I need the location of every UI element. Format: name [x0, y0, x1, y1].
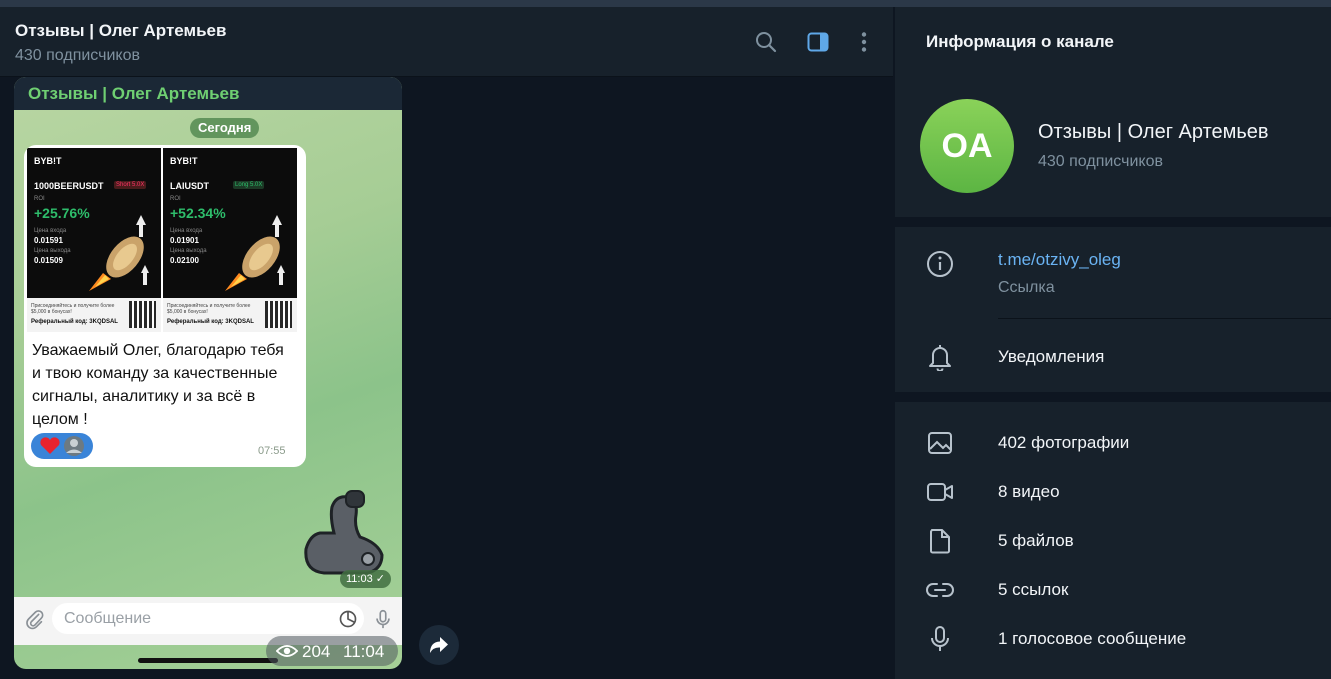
forward-icon	[430, 637, 448, 653]
reactions-badge[interactable]	[31, 433, 93, 459]
media-row-voice[interactable]: 1 голосовое сообщение	[895, 616, 1331, 662]
trade-side-badge: Short 5.0X	[114, 181, 147, 189]
media-row-videos[interactable]: 8 видео	[895, 469, 1331, 515]
post-time: 11:04	[343, 642, 385, 661]
roi-label: ROI	[170, 196, 181, 202]
panel-title: Информация о канале	[926, 32, 1114, 51]
trade-side-badge: Long 5.0X	[233, 181, 265, 189]
sticker-icon	[339, 610, 357, 628]
phone-message-field: Сообщение	[52, 603, 364, 634]
views-count: 204	[302, 642, 331, 661]
phone-input-placeholder: Сообщение	[64, 610, 152, 627]
photos-count: 402 фотографии	[998, 433, 1130, 452]
voice-messages-count: 1 голосовое сообщение	[998, 629, 1187, 648]
qr-code	[129, 301, 156, 328]
message-text: Уважаемый Олег, благодарю тебя и твою ко…	[32, 342, 284, 428]
photo-icon	[926, 429, 954, 457]
files-count: 5 файлов	[998, 531, 1074, 550]
chat-subscriber-count: 430 подписчиков	[15, 47, 140, 64]
media-row-files[interactable]: 5 файлов	[895, 518, 1331, 564]
screenshot-image-message[interactable]: Отзывы | Олег Артемьев Сегодня BYB!T 100…	[14, 77, 402, 669]
chat-title[interactable]: Отзывы | Олег Артемьев	[15, 21, 226, 41]
exit-value: 0.01509	[34, 256, 63, 265]
post-views-time: 204 11:04	[266, 636, 398, 666]
promo-text: Присоединяйтесь и получите более $5,000 …	[167, 303, 251, 315]
rocket-icon	[225, 215, 285, 291]
row-divider	[998, 318, 1331, 319]
exit-value: 0.02100	[170, 256, 199, 265]
roi-value: +52.34%	[170, 205, 226, 221]
referral-code: Реферальный код: 3KQDSAL	[31, 319, 118, 325]
notifications-label: Уведомления	[998, 347, 1105, 366]
link-caption: Ссылка	[998, 279, 1055, 296]
microphone-icon	[926, 625, 954, 653]
phone-message-bubble: BYB!T 1000BEERUSDT Short 5.0X ROI +25.76…	[24, 145, 306, 467]
links-count: 5 ссылок	[998, 580, 1069, 599]
card-footer: Присоединяйтесь и получите более $5,000 …	[163, 298, 297, 332]
section-divider	[895, 392, 1331, 402]
qr-code	[265, 301, 292, 328]
channel-avatar[interactable]: OA	[920, 99, 1014, 193]
attach-icon	[26, 610, 44, 630]
bybit-logo: BYB!T	[34, 156, 62, 166]
sidebar-toggle-icon[interactable]	[805, 29, 831, 55]
roi-value: +25.76%	[34, 205, 90, 221]
info-icon	[926, 250, 954, 278]
bybit-logo: BYB!T	[170, 156, 198, 166]
trade-pair: 1000BEERUSDT	[34, 181, 104, 191]
media-row-photos[interactable]: 402 фотографии	[895, 420, 1331, 466]
trade-pair: LAIUSDT	[170, 181, 209, 191]
link-icon	[926, 576, 954, 604]
phone-chat-header: Отзывы | Олег Артемьев	[14, 77, 402, 110]
media-row-links[interactable]: 5 ссылок	[895, 567, 1331, 613]
entry-label: Цена входа	[170, 228, 203, 234]
window-top-stripe	[0, 0, 1331, 7]
section-divider	[895, 217, 1331, 227]
videos-count: 8 видео	[998, 482, 1060, 501]
more-options-icon[interactable]	[851, 29, 877, 55]
eye-icon	[276, 645, 298, 657]
read-check-icon: ✓	[375, 573, 385, 585]
channel-link[interactable]: t.me/otzivy_oleg	[998, 250, 1121, 270]
video-icon	[926, 478, 954, 506]
referral-code: Реферальный код: 3KQDSAL	[167, 319, 254, 325]
entry-value: 0.01591	[34, 236, 63, 245]
channel-info-panel: Информация о канале OA Отзывы | Олег Арт…	[895, 7, 1331, 679]
roi-label: ROI	[34, 196, 45, 202]
notifications-row[interactable]: Уведомления	[895, 334, 1331, 380]
file-icon	[926, 527, 954, 555]
trade-card: BYB!T 1000BEERUSDT Short 5.0X ROI +25.76…	[27, 148, 161, 332]
entry-label: Цена входа	[34, 228, 67, 234]
channel-subscribers: 430 подписчиков	[1038, 153, 1163, 170]
date-badge: Сегодня	[190, 118, 260, 138]
card-footer: Присоединяйтесь и получите более $5,000 …	[27, 298, 161, 332]
entry-value: 0.01901	[170, 236, 199, 245]
channel-name: Отзывы | Олег Артемьев	[1038, 121, 1269, 143]
home-indicator	[138, 658, 278, 663]
forward-button[interactable]	[419, 625, 459, 665]
sticker-time: 11:03 ✓	[340, 570, 391, 588]
avatar-initials: OA	[941, 126, 993, 165]
trade-card: BYB!T LAIUSDT Long 5.0X ROI +52.34% Цена…	[163, 148, 297, 332]
bell-icon	[926, 343, 954, 371]
chat-header: Отзывы | Олег Артемьев 430 подписчиков	[0, 7, 893, 77]
exit-label: Цена выхода	[170, 248, 207, 254]
exit-label: Цена выхода	[34, 248, 71, 254]
message-time: 07:55	[258, 445, 286, 457]
phone-channel-title: Отзывы | Олег Артемьев	[28, 84, 240, 103]
promo-text: Присоединяйтесь и получите более $5,000 …	[31, 303, 115, 315]
rocket-icon	[89, 215, 149, 291]
search-icon[interactable]	[753, 29, 779, 55]
microphone-icon	[376, 609, 390, 629]
